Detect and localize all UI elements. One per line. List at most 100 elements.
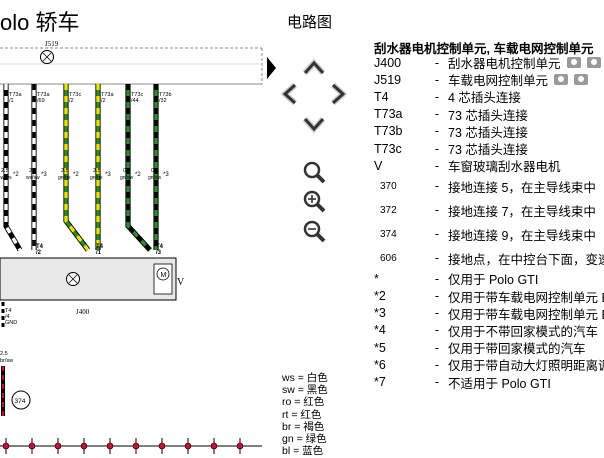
module-j519-label: J519 — [45, 40, 59, 48]
component-code: 370 — [380, 180, 397, 192]
component-desc: 刮水器电机控制单元 — [448, 57, 561, 72]
component-item: T73a -73 芯插头连接 — [374, 106, 604, 123]
color-legend-item: bl = 蓝色 — [282, 445, 324, 458]
component-item: *5 - 仅用于带回家模式的汽车 — [374, 339, 604, 357]
component-desc: 73 芯插头连接 — [448, 143, 528, 158]
wire-pin-label: /44 — [131, 98, 139, 104]
separator-dash: - — [434, 340, 440, 355]
camera-icon[interactable] — [574, 74, 589, 86]
wiring-schematic[interactable]: J519 T73a/12.5sw/ws*2T73a/692.5ws/sw*3T7… — [0, 36, 268, 458]
component-item: 374 - 接地连接 9，在主导线束中 — [374, 222, 604, 246]
wire-base — [64, 84, 90, 252]
color-legend-item: ro = 红色 — [282, 396, 325, 409]
svg-text:GND: GND — [5, 320, 17, 326]
zoom-fit-button[interactable] — [302, 160, 328, 186]
separator-dash: - — [434, 203, 440, 218]
wire-pin-label: /2 — [69, 98, 74, 104]
zoom-in-button[interactable] — [302, 189, 328, 215]
component-desc: 73 芯插头连接 — [448, 108, 528, 123]
color-legend-item: rt = 红色 — [282, 408, 322, 421]
component-desc: 73 芯插头连接 — [448, 125, 528, 140]
component-code: T73c — [374, 141, 402, 156]
component-code: * — [374, 271, 379, 286]
component-desc: 接地连接 7，在主导线束中 — [448, 204, 596, 219]
wire-size: 2.5 — [1, 168, 9, 174]
left-arrow-icon — [280, 82, 298, 106]
panel-title: 刮水器电机控制单元, 车载电网控制单元 — [374, 42, 594, 56]
rail-node — [184, 442, 192, 450]
connector-label: /1 — [96, 250, 102, 256]
wire-color-code: gn/ge — [58, 175, 71, 181]
rail-node — [236, 442, 244, 450]
pan-up-button[interactable] — [301, 55, 327, 81]
separator-dash: - — [434, 289, 440, 304]
pan-down-button[interactable] — [301, 111, 327, 137]
component-item: *3 - 仅用于带车载电网控制单元 E — [374, 305, 604, 322]
rail-node — [210, 442, 218, 450]
diagram-navigation — [266, 55, 358, 255]
rail-node — [106, 442, 114, 450]
rail-node — [158, 442, 166, 450]
separator-dash: - — [434, 141, 440, 156]
wire-color-code: gn/sw — [120, 175, 133, 181]
right-arrow-icon — [330, 82, 348, 106]
separator-dash: - — [434, 55, 440, 70]
component-item: *6 - 仅用于带自动大灯照明距离调 — [374, 356, 604, 374]
wire-variant-mark: *2 — [13, 172, 19, 178]
component-desc: 仅用于带自动大灯照明距离调 — [448, 359, 604, 374]
wire-size: 0.5 — [123, 168, 131, 174]
separator-dash: - — [434, 227, 440, 242]
pan-right-button[interactable] — [325, 81, 351, 107]
pan-left-button[interactable] — [277, 81, 303, 107]
module-j519: J519 — [0, 40, 263, 85]
component-item: T4 -4 芯插头连接 — [374, 88, 604, 106]
wire-base — [126, 84, 152, 252]
wire-size: 0.5 — [151, 168, 159, 174]
module-j400-label: J400 — [76, 308, 90, 316]
ground-wire-size: 2.5 — [0, 351, 8, 357]
component-desc: 4 芯插头连接 — [448, 91, 521, 106]
component-item: 606 - 接地点，在中控台下面，变速 — [374, 246, 604, 270]
component-desc: 仅用于带车载电网控制单元 E — [448, 290, 604, 305]
component-desc: 车窗玻璃刮水器电机 — [448, 160, 561, 175]
separator-dash: - — [434, 271, 440, 286]
component-code: *5 — [374, 340, 386, 355]
separator-dash: - — [434, 107, 440, 122]
component-desc: 接地点，在中控台下面，变速 — [448, 252, 604, 267]
component-code: 374 — [380, 228, 397, 240]
component-item: J400 - 刮水器电机控制单元 — [374, 54, 604, 71]
color-legend-item: gn = 绿色 — [282, 433, 327, 446]
ground-wire: T4 /4 GND 2.5 br/sw 374 — [0, 302, 31, 416]
wire-variant-mark: *3 — [41, 172, 47, 178]
zoom-out-icon — [303, 220, 326, 243]
rail-node — [54, 442, 62, 450]
component-desc: 仅用于不带回家模式的汽车 — [448, 324, 599, 339]
collapse-panel-button[interactable] — [266, 55, 278, 81]
component-code: V — [374, 158, 383, 173]
wire-size: 2.5 — [93, 168, 101, 174]
camera-icon[interactable] — [566, 57, 581, 69]
wire-group: T73a/12.5sw/ws*2T73a/692.5ws/sw*3T73c/22… — [0, 84, 172, 256]
component-code: T73b — [374, 124, 403, 139]
separator-dash: - — [434, 251, 440, 266]
wire-outline — [3, 84, 23, 252]
zoom-out-button[interactable] — [302, 219, 328, 245]
wire-pin-label: /32 — [159, 98, 167, 104]
color-legend-item: sw = 黑色 — [282, 384, 328, 397]
component-item: V - 车窗玻璃刮水器电机 — [374, 157, 604, 175]
wire-pin-label: /2 — [101, 98, 106, 104]
separator-dash: - — [434, 72, 440, 87]
component-item: 370 - 接地连接 5，在主导线束中 — [374, 174, 604, 198]
ground-point-label: 374 — [15, 398, 26, 405]
component-item: T73b -73 芯插头连接 — [374, 123, 604, 140]
component-code: 606 — [380, 252, 397, 264]
separator-dash: - — [434, 158, 440, 173]
diagram-title: 电路图 — [287, 14, 333, 31]
component-code: *6 — [374, 357, 386, 372]
camera-icon[interactable] — [554, 74, 569, 86]
camera-icon[interactable] — [586, 57, 601, 69]
rail-node — [80, 442, 88, 450]
page-title: olo 轿车 — [0, 10, 80, 35]
wire-pin-label: /1 — [9, 98, 14, 104]
rail-node — [2, 442, 10, 450]
